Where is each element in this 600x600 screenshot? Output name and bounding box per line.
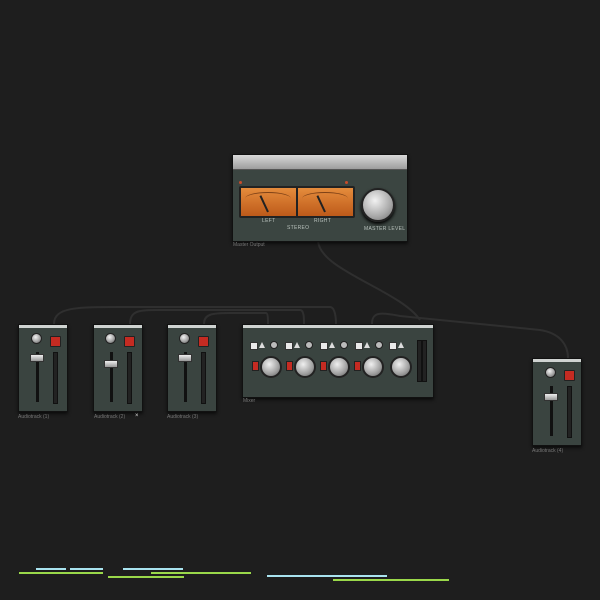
level-meter <box>422 340 427 382</box>
master-header[interactable] <box>233 155 407 170</box>
timeline-clip[interactable] <box>151 572 251 574</box>
mute-button[interactable] <box>389 342 397 350</box>
mixer-label: Mixer <box>243 398 256 404</box>
gain-knob[interactable] <box>31 333 42 344</box>
level-meter <box>201 352 206 404</box>
channel-volume-knob[interactable] <box>362 356 384 378</box>
timeline-clip[interactable] <box>267 575 387 577</box>
cable-strip2 <box>129 309 305 325</box>
pan-knob[interactable] <box>375 341 383 349</box>
timeline-clip[interactable] <box>333 579 449 581</box>
audiotrack-3-device[interactable] <box>167 324 217 412</box>
solo-icon[interactable] <box>364 342 370 348</box>
audiotrack-2-device[interactable] <box>93 324 143 412</box>
volume-fader[interactable] <box>30 354 44 362</box>
solo-icon[interactable] <box>294 342 300 348</box>
timeline-clip[interactable] <box>19 572 103 574</box>
mute-button[interactable] <box>285 342 293 350</box>
record-button[interactable] <box>564 370 575 381</box>
master-level-knob[interactable] <box>361 188 395 222</box>
power-led-icon <box>239 181 242 184</box>
cable-master-to-mixer <box>317 239 421 321</box>
record-button[interactable] <box>252 361 259 371</box>
level-meter <box>53 352 58 404</box>
volume-fader[interactable] <box>178 354 192 362</box>
cable-strip3 <box>203 312 269 325</box>
audiotrack-1-label: Audiotrack (1) <box>18 414 50 420</box>
clip-led-icon <box>345 181 348 184</box>
record-button[interactable] <box>198 336 209 347</box>
gain-knob[interactable] <box>105 333 116 344</box>
record-button[interactable] <box>354 361 361 371</box>
level-meter <box>567 386 572 438</box>
left-meter-label: LEFT <box>262 218 276 224</box>
record-button[interactable] <box>124 336 135 347</box>
solo-icon[interactable] <box>259 342 265 348</box>
timeline-clip[interactable] <box>70 568 103 570</box>
mute-button[interactable] <box>355 342 363 350</box>
stereo-label: STEREO <box>287 225 310 231</box>
channel-volume-knob[interactable] <box>294 356 316 378</box>
record-button[interactable] <box>286 361 293 371</box>
cable-strip1 <box>53 305 337 325</box>
master-level-label: MASTER LEVEL <box>364 226 406 232</box>
timeline-clip[interactable] <box>36 568 66 570</box>
pan-knob[interactable] <box>340 341 348 349</box>
vu-meter-right-icon <box>296 186 355 218</box>
gain-knob[interactable] <box>545 367 556 378</box>
master-volume-knob[interactable] <box>390 356 412 378</box>
timeline-clip[interactable] <box>123 568 183 570</box>
device-rack-canvas[interactable]: LEFT RIGHT STEREO MASTER LEVEL Master Ou… <box>0 0 600 600</box>
right-meter-label: RIGHT <box>314 218 332 224</box>
solo-icon[interactable] <box>329 342 335 348</box>
cable-layer <box>53 239 569 359</box>
close-icon[interactable]: × <box>135 413 139 419</box>
volume-fader[interactable] <box>544 393 558 401</box>
pan-knob[interactable] <box>305 341 313 349</box>
volume-fader[interactable] <box>104 360 118 368</box>
level-meter <box>127 352 132 404</box>
solo-icon[interactable] <box>398 342 404 348</box>
channel-volume-knob[interactable] <box>260 356 282 378</box>
vu-meter-left-icon <box>239 186 298 218</box>
audiotrack-4-label: Audiotrack (4) <box>532 448 564 454</box>
gain-knob[interactable] <box>179 333 190 344</box>
timeline-clip[interactable] <box>108 576 184 578</box>
channel-volume-knob[interactable] <box>328 356 350 378</box>
audiotrack-3-label: Audiotrack (3) <box>167 414 199 420</box>
mute-button[interactable] <box>320 342 328 350</box>
record-button[interactable] <box>50 336 61 347</box>
audiotrack-2-label: Audiotrack (2) <box>94 414 126 420</box>
master-output-label: Master Output <box>233 242 265 248</box>
pan-knob[interactable] <box>270 341 278 349</box>
record-button[interactable] <box>320 361 327 371</box>
mute-button[interactable] <box>250 342 258 350</box>
